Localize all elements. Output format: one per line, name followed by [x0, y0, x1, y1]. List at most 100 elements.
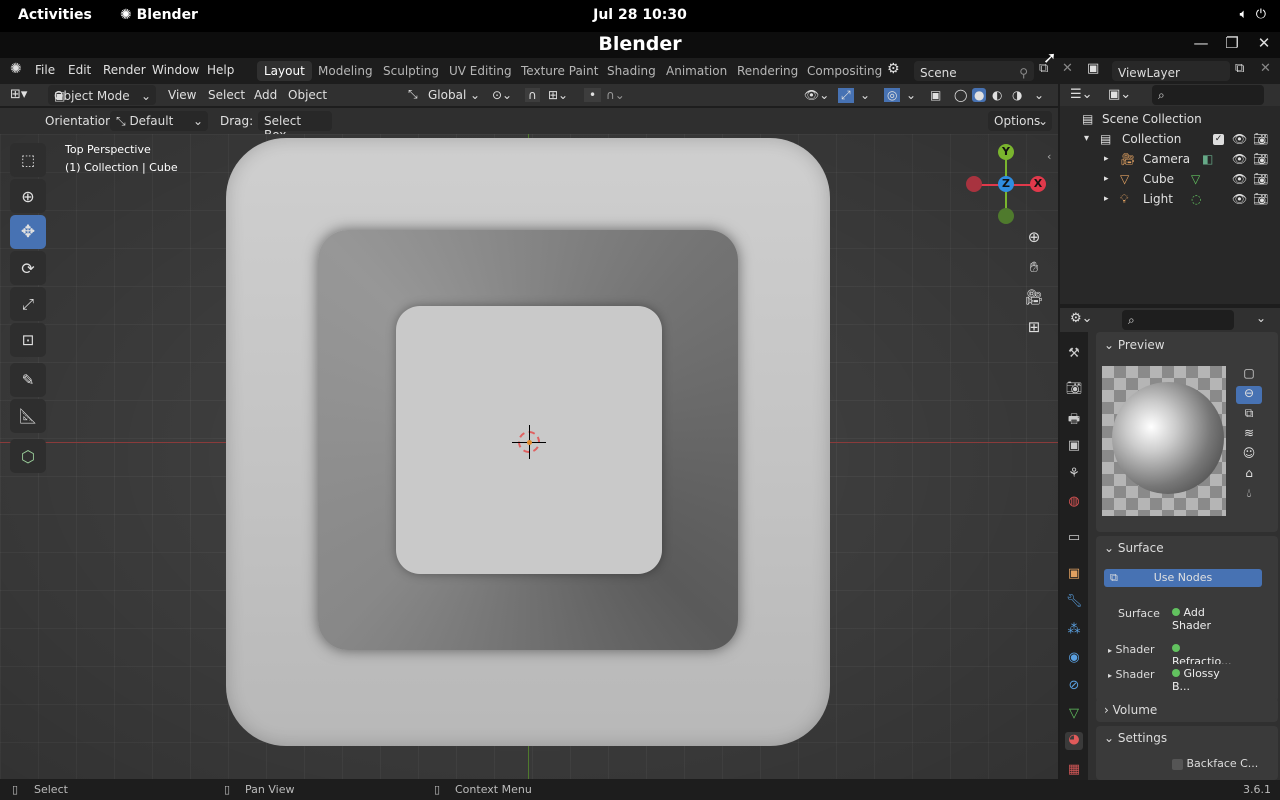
- surface-shader-socket[interactable]: Add Shader: [1166, 603, 1244, 632]
- eye-icon[interactable]: 👁︎: [1232, 132, 1247, 146]
- preview-hair-icon[interactable]: ≋: [1236, 426, 1262, 444]
- expand-arrow-icon[interactable]: ▸: [1104, 194, 1109, 204]
- orientation-global-dropdown[interactable]: Global: [428, 88, 466, 102]
- scene-tab-icon[interactable]: ⚘: [1065, 466, 1083, 484]
- cursor-tool[interactable]: ⊕: [10, 179, 46, 213]
- collection-tab-icon[interactable]: ▭: [1065, 530, 1083, 548]
- backface-culling-row[interactable]: Backface C...: [1172, 757, 1258, 770]
- new-view-layer-icon[interactable]: ⧉: [1235, 61, 1244, 76]
- render-tab-icon[interactable]: 📷︎: [1065, 381, 1083, 399]
- wireframe-shading-icon[interactable]: ◯: [954, 88, 967, 102]
- system-menu[interactable]: 🔈︎ ⏻: [1240, 7, 1266, 22]
- view-layer-icon[interactable]: ▣: [1087, 61, 1099, 76]
- outliner-scene-collection[interactable]: ▤ Scene Collection: [1060, 109, 1280, 129]
- tab-sculpting[interactable]: Sculpting: [376, 61, 446, 81]
- app-menu[interactable]: ✺ Blender: [120, 7, 198, 23]
- tab-shading[interactable]: Shading: [600, 61, 663, 81]
- material-tab-icon[interactable]: ◕: [1065, 732, 1083, 750]
- physics-tab-icon[interactable]: ◉: [1065, 650, 1083, 668]
- material-shading-icon[interactable]: ◐: [992, 88, 1002, 102]
- scale-tool[interactable]: ⤢: [10, 287, 46, 321]
- 3d-viewport[interactable]: [0, 134, 1058, 779]
- gizmo-y-axis[interactable]: Y: [998, 144, 1014, 160]
- preview-header[interactable]: ⌄ Preview: [1104, 338, 1165, 352]
- volume-header[interactable]: › Volume: [1104, 703, 1157, 717]
- outliner-editor-icon[interactable]: ☰⌄: [1070, 87, 1093, 102]
- camera-render-icon[interactable]: 📷︎: [1253, 132, 1268, 146]
- display-mode-icon[interactable]: ▣⌄: [1108, 87, 1131, 102]
- menu-render[interactable]: Render: [103, 63, 146, 77]
- sidebar-toggle-icon[interactable]: ‹: [1047, 150, 1051, 163]
- camera-view-icon[interactable]: 🎥︎: [1022, 288, 1046, 312]
- settings-header[interactable]: ⌄ Settings: [1104, 731, 1167, 745]
- surface-panel-header[interactable]: ⌄ Surface: [1104, 541, 1164, 555]
- falloff-icon[interactable]: ∩⌄: [606, 88, 625, 102]
- eye-icon[interactable]: 👁︎: [1232, 152, 1247, 166]
- menu-edit[interactable]: Edit: [68, 63, 91, 77]
- shader1-row[interactable]: ▸ Shader: [1108, 643, 1154, 656]
- gizmo-neg-y-axis[interactable]: [998, 208, 1014, 224]
- proportional-editing-icon[interactable]: •: [584, 88, 602, 102]
- 3d-cursor-icon[interactable]: [512, 425, 546, 459]
- tab-modeling[interactable]: Modeling: [311, 61, 380, 81]
- menu-select[interactable]: Select: [208, 88, 245, 102]
- preview-fluid-icon[interactable]: 💧︎: [1236, 486, 1262, 504]
- tab-animation[interactable]: Animation: [659, 61, 734, 81]
- menu-file[interactable]: File: [35, 63, 55, 77]
- activities-button[interactable]: Activities: [18, 7, 92, 23]
- object-tab-icon[interactable]: ▣: [1065, 566, 1083, 584]
- gizmo-x-axis[interactable]: X: [1030, 176, 1046, 192]
- rotate-tool[interactable]: ⟳: [10, 251, 46, 285]
- menu-help[interactable]: Help: [207, 63, 234, 77]
- menu-object[interactable]: Object: [288, 88, 327, 102]
- expand-arrow-icon[interactable]: ▾: [1084, 133, 1089, 144]
- volume-panel[interactable]: › Volume: [1096, 698, 1278, 722]
- preview-cloth-icon[interactable]: ⌂: [1236, 466, 1262, 484]
- shader2-row[interactable]: ▸ Shader: [1108, 668, 1154, 681]
- tool-tab-icon[interactable]: ⚒: [1065, 346, 1083, 364]
- overlay-options-icon[interactable]: ⌄: [906, 88, 916, 102]
- menu-window[interactable]: Window: [152, 63, 199, 77]
- select-box-tool[interactable]: ⬚: [10, 143, 46, 177]
- tab-uv-editing[interactable]: UV Editing: [442, 61, 519, 81]
- solid-shading-icon[interactable]: ●: [972, 88, 987, 102]
- expand-arrow-icon[interactable]: ▸: [1104, 174, 1109, 184]
- shader1-socket[interactable]: Refractio...: [1166, 639, 1244, 668]
- orientation-dropdown[interactable]: ⤡ Default ⌄: [110, 111, 208, 131]
- menu-view[interactable]: View: [168, 88, 196, 102]
- rendered-shading-icon[interactable]: ◑: [1012, 88, 1022, 102]
- annotate-tool[interactable]: ✎: [10, 363, 46, 397]
- pivot-point-icon[interactable]: ⊙⌄: [492, 88, 512, 102]
- view-layer-field[interactable]: ViewLayer: [1112, 61, 1230, 81]
- overlay-toggle-icon[interactable]: ◎: [884, 88, 901, 102]
- visibility-icon[interactable]: 👁︎⌄: [804, 88, 829, 102]
- scene-name-field[interactable]: Scene ⚲: [914, 61, 1034, 81]
- outliner-item-cube[interactable]: ▸ ▽ Cube ▽ 👁︎ 📷︎: [1060, 169, 1280, 189]
- blender-logo-icon[interactable]: ✺: [10, 61, 22, 77]
- eye-icon[interactable]: 👁︎: [1232, 192, 1247, 206]
- gizmo-z-axis[interactable]: Z: [998, 176, 1014, 192]
- move-tool[interactable]: ✥: [10, 215, 46, 249]
- expand-arrow-icon[interactable]: ▸: [1104, 154, 1109, 164]
- delete-scene-icon[interactable]: ✕: [1062, 61, 1073, 76]
- pin-icon[interactable]: ⚲: [1019, 66, 1028, 80]
- output-tab-icon[interactable]: 🖶︎: [1065, 410, 1083, 428]
- maximize-button[interactable]: ❐: [1217, 34, 1247, 56]
- world-tab-icon[interactable]: ◍: [1065, 494, 1083, 512]
- chevron-down-icon[interactable]: ⌄: [1256, 311, 1266, 325]
- eye-icon[interactable]: 👁︎: [1232, 172, 1247, 186]
- outliner-item-camera[interactable]: ▸ 🎥︎ Camera ◧ 👁︎ 📷︎: [1060, 149, 1280, 169]
- camera-render-icon[interactable]: 📷︎: [1253, 172, 1268, 186]
- editor-type-icon[interactable]: ⊞▾: [10, 87, 27, 102]
- snap-target-icon[interactable]: ⊞⌄: [548, 88, 568, 102]
- perspective-toggle-icon[interactable]: ⊞: [1022, 318, 1046, 342]
- gizmo-toggle-icon[interactable]: ⤢: [838, 88, 854, 103]
- camera-render-icon[interactable]: 📷︎: [1253, 152, 1268, 166]
- camera-render-icon[interactable]: 📷︎: [1253, 192, 1268, 206]
- scene-selector-icon[interactable]: ⚙: [887, 61, 900, 77]
- tab-texture-paint[interactable]: Texture Paint: [514, 61, 605, 81]
- snap-icon[interactable]: ∩: [525, 88, 540, 102]
- transform-tool[interactable]: ⊡: [10, 323, 46, 357]
- xray-toggle-icon[interactable]: ▣: [930, 88, 941, 102]
- menu-add[interactable]: Add: [254, 88, 277, 102]
